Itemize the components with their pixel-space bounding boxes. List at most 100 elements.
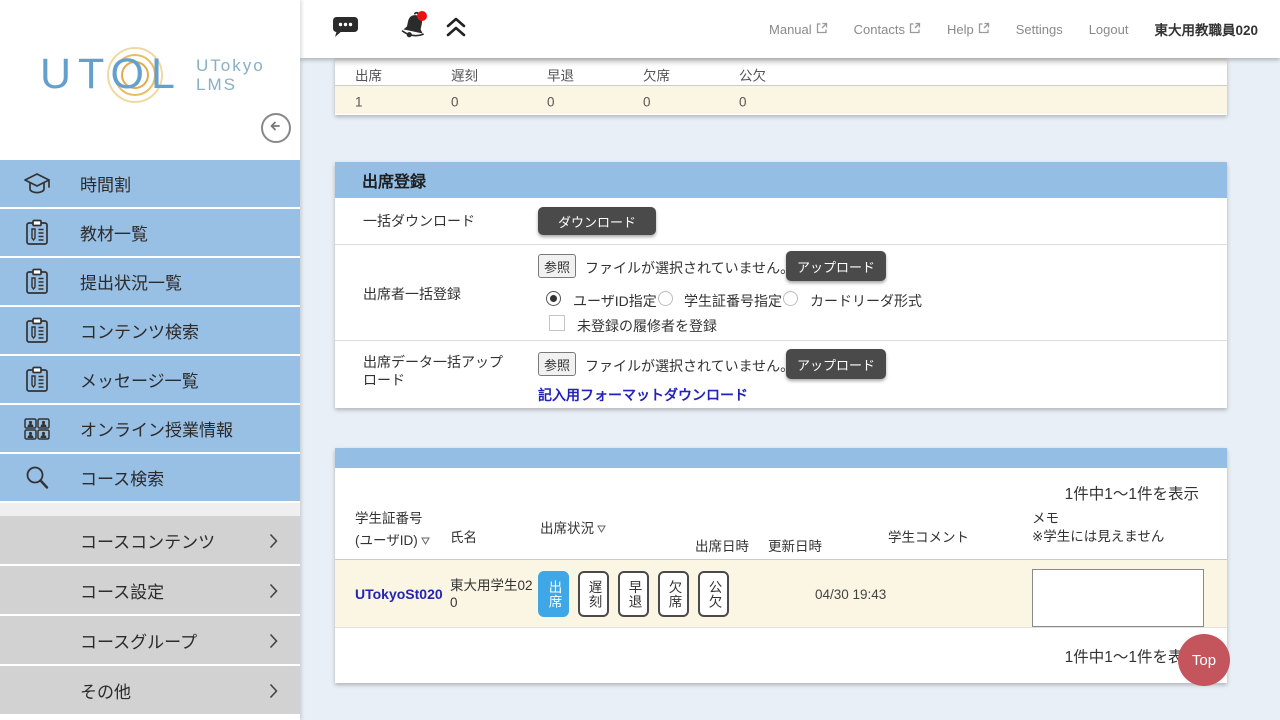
radio-card-reader[interactable]	[783, 291, 798, 306]
logo-area: UTOL UTokyo LMS	[0, 0, 300, 160]
sidebar-item-content-search[interactable]: コンテンツ検索	[0, 307, 300, 356]
sort-icon[interactable]	[421, 530, 430, 552]
col-header-student-id[interactable]: 学生証番号 (ユーザID)	[355, 508, 430, 551]
sidebar-item-materials[interactable]: 教材一覧	[0, 209, 300, 258]
no-file-selected-text: ファイルが選択されていません。	[585, 258, 794, 278]
messages-button[interactable]	[332, 0, 359, 58]
external-link-icon	[978, 22, 990, 37]
double-chevron-up-icon	[444, 16, 468, 43]
settings-link[interactable]: Settings	[1016, 22, 1063, 37]
sidebar-item-label: オンライン授業情報	[80, 416, 233, 441]
format-download-link[interactable]: 記入用フォーマットダウンロード	[538, 385, 748, 405]
sidebar-item-timetable[interactable]: 時間割	[0, 160, 300, 209]
update-time-value: 04/30 19:43	[815, 587, 886, 602]
sidebar-collapse-button[interactable]	[261, 113, 291, 143]
no-file-selected-text: ファイルが選択されていません。	[585, 356, 794, 376]
topbar: Manual Contacts Help Settings Logout 東大用…	[300, 0, 1280, 58]
browse-file-button[interactable]: 参照	[538, 254, 576, 278]
unregistered-students-checkbox[interactable]	[549, 315, 565, 331]
browse-file-button[interactable]: 参照	[538, 352, 576, 376]
col-header-student-comment: 学生コメント	[888, 527, 969, 549]
sidebar-item-label: その他	[80, 678, 131, 703]
download-button[interactable]: ダウンロード	[538, 207, 656, 235]
sidebar-item-course-contents[interactable]: コースコンテンツ	[0, 516, 300, 566]
table-header: 1件中1〜1件を表示 学生証番号 (ユーザID) 氏名 出席状況 出席日時 更新…	[335, 468, 1227, 560]
sidebar: UTOL UTokyo LMS 時間割 教材一覧 提出状況一覧 コンテン	[0, 0, 300, 720]
user-name: 東大用教職員020	[1154, 19, 1258, 39]
notifications-button[interactable]	[396, 0, 432, 58]
status-button-absent[interactable]: 欠席	[658, 571, 689, 617]
back-arrow-icon	[268, 118, 284, 139]
manual-link[interactable]: Manual	[769, 22, 828, 37]
sidebar-item-submission-status[interactable]: 提出状況一覧	[0, 258, 300, 307]
attendance-registration-section: 出席登録 一括ダウンロード ダウンロード 出席者一括登録 参照 ファイルが選択さ…	[335, 162, 1227, 408]
data-bulk-upload-row: 出席データ一括アップロード 参照 ファイルが選択されていません。 アップロード …	[335, 341, 1227, 407]
attendee-bulk-register-row: 出席者一括登録 参照 ファイルが選択されていません。 アップロード ユーザID指…	[335, 245, 1227, 341]
sidebar-item-label: コンテンツ検索	[80, 318, 199, 343]
data-bulk-upload-label: 出席データ一括アップロード	[363, 354, 513, 389]
sidebar-item-course-group[interactable]: コースグループ	[0, 616, 300, 666]
bulk-download-row: 一括ダウンロード ダウンロード	[335, 198, 1227, 245]
chevron-right-icon	[269, 633, 278, 654]
sidebar-item-others[interactable]: その他	[0, 666, 300, 716]
sidebar-item-messages[interactable]: メッセージ一覧	[0, 356, 300, 405]
radio-user-id-label[interactable]: ユーザID指定	[573, 291, 657, 311]
online-class-icon	[20, 416, 54, 442]
section-title: 出席登録	[335, 162, 1227, 198]
sidebar-item-course-settings[interactable]: コース設定	[0, 566, 300, 616]
table-top-bar	[335, 448, 1227, 468]
upload-button[interactable]: アップロード	[786, 349, 886, 379]
sidebar-item-label: 教材一覧	[80, 220, 148, 245]
graduation-cap-icon	[20, 171, 54, 197]
status-button-excused[interactable]: 公欠	[698, 571, 729, 617]
search-icon	[20, 464, 54, 492]
main-content: 出席 遅刻 早退 欠席 公欠 1 0 0 0 0 出席登録 一括ダウンロード ダ…	[300, 58, 1280, 720]
attendance-summary-table: 出席 遅刻 早退 欠席 公欠 1 0 0 0 0	[335, 58, 1227, 115]
memo-textarea[interactable]	[1032, 569, 1204, 627]
summary-value: 0	[547, 94, 555, 109]
radio-student-number-label[interactable]: 学生証番号指定	[684, 291, 782, 311]
summary-value: 0	[739, 94, 747, 109]
status-button-present[interactable]: 出席	[538, 571, 569, 617]
scroll-to-top-button[interactable]: Top	[1178, 634, 1230, 686]
chevron-right-icon	[269, 583, 278, 604]
content-search-icon	[20, 317, 54, 345]
bulk-download-label: 一括ダウンロード	[363, 213, 523, 231]
summary-value: 0	[451, 94, 459, 109]
sidebar-item-online-class-info[interactable]: オンライン授業情報	[0, 405, 300, 454]
summary-value: 1	[355, 94, 363, 109]
student-row: UTokyoSt020 東大用学生020 出席 遅刻 早退 欠席 公欠 04/3…	[335, 560, 1227, 628]
radio-user-id[interactable]	[546, 291, 561, 306]
summary-header-row: 出席 遅刻 早退 欠席 公欠	[335, 58, 1227, 86]
table-footer: 1件中1〜1件を表示	[335, 628, 1227, 681]
status-button-early-leave[interactable]: 早退	[618, 571, 649, 617]
summary-col-header: 公欠	[739, 64, 766, 84]
contacts-link[interactable]: Contacts	[854, 22, 921, 37]
summary-value-row: 1 0 0 0 0	[335, 86, 1227, 114]
sort-icon[interactable]	[597, 518, 606, 540]
sidebar-section-divider	[0, 503, 300, 516]
sidebar-item-label: メッセージ一覧	[80, 367, 199, 392]
sidebar-item-label: コース検索	[80, 465, 164, 490]
attendee-bulk-label: 出席者一括登録	[363, 286, 523, 304]
app-logo: UTOL	[40, 50, 182, 99]
col-header-name: 氏名	[450, 527, 477, 549]
chevron-right-icon	[269, 683, 278, 704]
unregistered-students-label[interactable]: 未登録の履修者を登録	[577, 316, 717, 336]
logout-link[interactable]: Logout	[1089, 22, 1129, 37]
student-attendance-table: 1件中1〜1件を表示 学生証番号 (ユーザID) 氏名 出席状況 出席日時 更新…	[335, 448, 1227, 683]
upload-button[interactable]: アップロード	[786, 251, 886, 281]
notification-bell-icon	[396, 9, 432, 50]
radio-card-reader-label[interactable]: カードリーダ形式	[810, 291, 922, 311]
col-header-status[interactable]: 出席状況	[540, 518, 606, 540]
summary-value: 0	[643, 94, 651, 109]
student-id-link[interactable]: UTokyoSt020	[355, 586, 443, 602]
radio-student-number[interactable]	[658, 291, 673, 306]
help-link[interactable]: Help	[947, 22, 990, 37]
status-button-late[interactable]: 遅刻	[578, 571, 609, 617]
sidebar-item-label: コースコンテンツ	[80, 528, 215, 553]
collapse-all-button[interactable]	[444, 0, 468, 58]
sidebar-item-course-search[interactable]: コース検索	[0, 454, 300, 503]
col-header-attend-time: 出席日時	[695, 536, 749, 558]
comment-bubble-icon	[332, 14, 359, 45]
